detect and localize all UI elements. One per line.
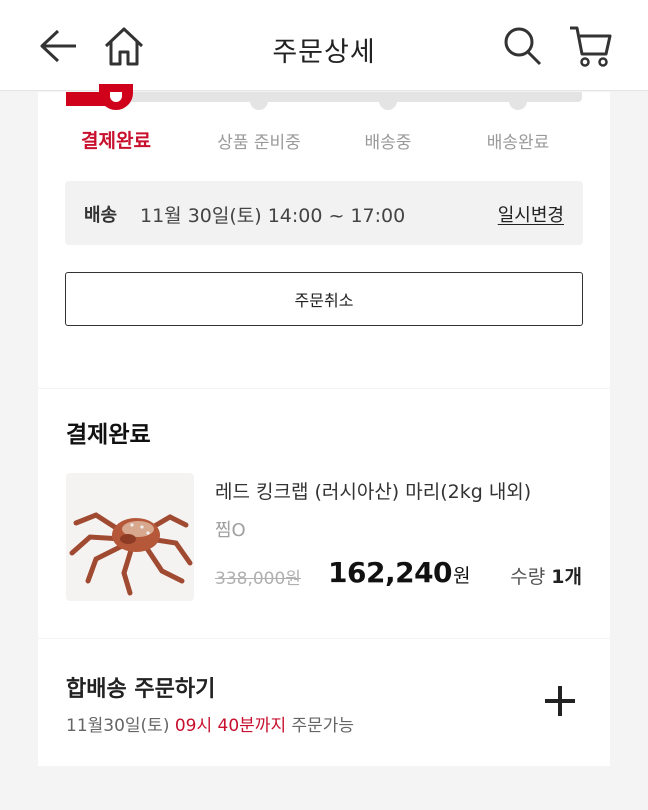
product-image[interactable]	[66, 473, 194, 601]
step-label-delivered: 배송완료	[486, 133, 550, 153]
combined-date: 11월30일(토)	[66, 716, 170, 736]
progress-track	[66, 92, 582, 102]
plus-icon[interactable]	[544, 685, 576, 717]
combined-deadline-time: 09시 40분까지	[174, 716, 287, 736]
combined-order-deadline: 11월30일(토) 09시 40분까지 주문가능	[66, 711, 354, 736]
product-option: 찜O	[215, 520, 246, 541]
combined-delivery-card[interactable]: 합배송 주문하기 11월30일(토) 09시 40분까지 주문가능	[38, 639, 610, 766]
step-marker	[250, 92, 268, 110]
change-date-link[interactable]: 일시변경	[498, 201, 564, 227]
step-label-preparing: 상품 준비중	[217, 133, 301, 153]
product-name[interactable]: 레드 킹크랩 (러시아산) 마리(2kg 내외)	[215, 477, 531, 504]
sale-price-unit: 원	[453, 565, 471, 587]
order-item-card: 결제완료 레드 킹크랩 (러시아산) 마리(2kg 내외) 찜O 338,000…	[38, 389, 610, 638]
step-marker-active	[99, 84, 133, 110]
cart-icon[interactable]	[568, 24, 612, 68]
delivery-info-box: 배송 11월 30일(토) 14:00 ~ 17:00 일시변경	[65, 181, 583, 245]
quantity-label: 수량	[510, 566, 546, 588]
step-marker	[379, 92, 397, 110]
cancel-order-button[interactable]: 주문취소	[65, 272, 583, 326]
original-price: 338,000원	[215, 569, 301, 589]
quantity-value: 1개	[551, 566, 582, 588]
combined-suffix: 주문가능	[291, 716, 355, 736]
sale-price: 162,240원	[328, 556, 471, 589]
delivery-datetime: 11월 30일(토) 14:00 ~ 17:00	[140, 205, 406, 227]
step-marker	[509, 92, 527, 110]
page-title: 주문상세	[272, 37, 376, 68]
combined-order-title: 합배송 주문하기	[66, 677, 216, 702]
sale-price-amount: 162,240	[328, 556, 453, 589]
order-status-card: 결제완료 상품 준비중 배송중 배송완료 배송 11월 30일(토) 14:00…	[38, 84, 610, 388]
king-crab-image	[69, 512, 193, 596]
order-status-title: 결제완료	[66, 422, 151, 448]
delivery-label: 배송	[84, 205, 118, 226]
step-label-paid: 결제완료	[81, 130, 151, 152]
step-label-shipping: 배송중	[364, 133, 412, 153]
search-icon[interactable]	[500, 24, 544, 68]
top-bar: 주문상세	[0, 0, 648, 91]
quantity: 수량 1개	[510, 562, 582, 589]
